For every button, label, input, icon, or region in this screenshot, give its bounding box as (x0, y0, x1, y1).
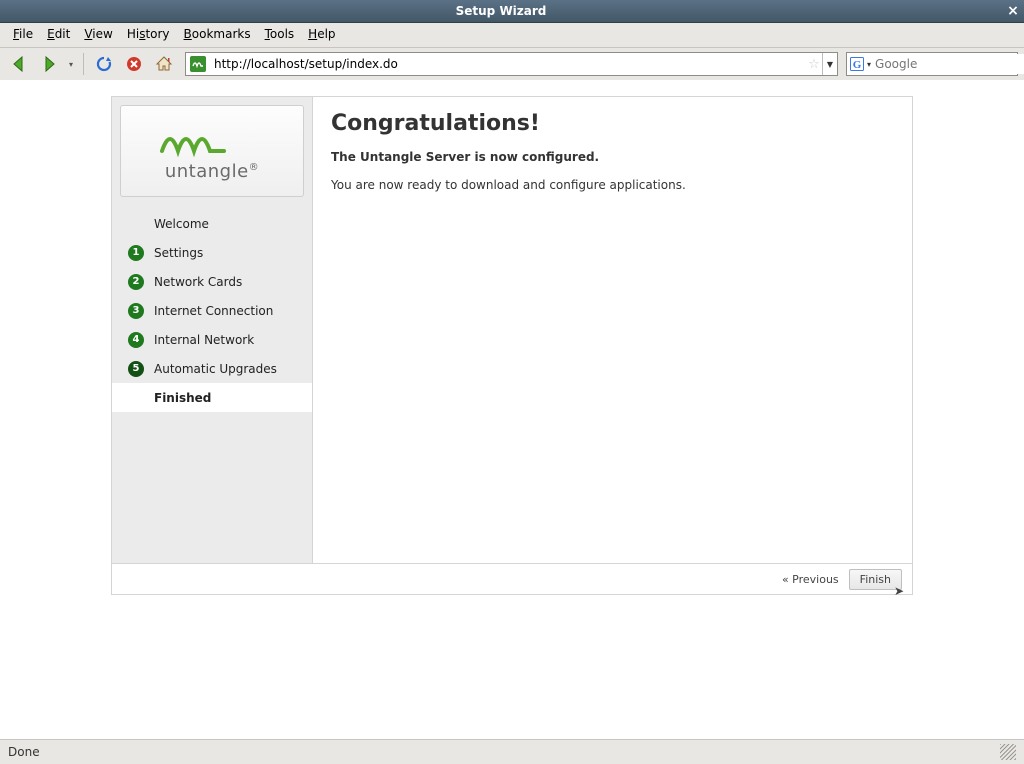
stop-button[interactable] (121, 51, 147, 77)
step-settings[interactable]: 1Settings (112, 238, 312, 267)
step-label: Automatic Upgrades (154, 362, 277, 376)
search-bar: G ▾ (846, 52, 1018, 76)
step-automatic-upgrades[interactable]: 5Automatic Upgrades (112, 354, 312, 383)
status-text: Done (8, 745, 40, 759)
url-input[interactable] (210, 54, 806, 74)
step-internet-connection[interactable]: 3Internet Connection (112, 296, 312, 325)
address-bar: ☆ ▼ (185, 52, 838, 76)
resize-grip-icon[interactable] (1000, 744, 1016, 760)
step-label: Settings (154, 246, 203, 260)
finish-button[interactable]: Finish (849, 569, 902, 590)
forward-button[interactable] (36, 51, 62, 77)
step-label: Network Cards (154, 275, 242, 289)
separator (83, 53, 84, 75)
step-label: Internet Connection (154, 304, 273, 318)
bookmark-star-icon[interactable]: ☆ (806, 57, 822, 72)
step-finished[interactable]: Finished (112, 383, 312, 412)
page-body: You are now ready to download and config… (331, 178, 894, 192)
step-label: Internal Network (154, 333, 254, 347)
page-content: untangle® Welcome 1Settings 2Network Car… (0, 80, 1024, 736)
search-engine-icon[interactable]: G (850, 57, 864, 71)
wizard-panel: untangle® Welcome 1Settings 2Network Car… (111, 96, 913, 595)
window-close-button[interactable]: × (1004, 2, 1022, 20)
menu-bar: File Edit View History Bookmarks Tools H… (0, 23, 1024, 48)
untangle-logo: untangle® (120, 105, 304, 197)
wizard-steps: Welcome 1Settings 2Network Cards 3Intern… (112, 209, 312, 412)
brand-mark: ® (249, 162, 260, 173)
menu-help[interactable]: Help (301, 23, 342, 47)
wizard-sidebar: untangle® Welcome 1Settings 2Network Car… (112, 97, 313, 563)
window-titlebar: Setup Wizard × (0, 0, 1024, 23)
search-input[interactable] (871, 54, 1024, 74)
menu-bookmarks[interactable]: Bookmarks (177, 23, 258, 47)
page-lead: The Untangle Server is now configured. (331, 150, 894, 164)
menu-view[interactable]: View (77, 23, 119, 47)
step-internal-network[interactable]: 4Internal Network (112, 325, 312, 354)
menu-history[interactable]: History (120, 23, 177, 47)
page-heading: Congratulations! (331, 111, 894, 136)
step-label: Welcome (154, 217, 209, 231)
previous-button[interactable]: « Previous (782, 573, 839, 586)
step-welcome[interactable]: Welcome (112, 209, 312, 238)
menu-tools[interactable]: Tools (258, 23, 302, 47)
menu-edit[interactable]: Edit (40, 23, 77, 47)
step-label: Finished (154, 391, 211, 405)
svg-text:G: G (853, 59, 862, 71)
brand-name: untangle (165, 161, 249, 182)
back-button[interactable] (6, 51, 32, 77)
window-title: Setup Wizard (0, 4, 1002, 18)
status-bar: Done (0, 739, 1024, 764)
menu-file[interactable]: File (6, 23, 40, 47)
navigation-toolbar: ▾ ☆ ▼ G ▾ (0, 48, 1024, 81)
wizard-main: Congratulations! The Untangle Server is … (313, 97, 912, 563)
nav-history-dropdown[interactable]: ▾ (66, 60, 76, 69)
home-button[interactable] (151, 51, 177, 77)
url-dropdown[interactable]: ▼ (822, 53, 837, 75)
step-network-cards[interactable]: 2Network Cards (112, 267, 312, 296)
wizard-footer: « Previous Finish ➤ (112, 563, 912, 594)
reload-button[interactable] (91, 51, 117, 77)
site-favicon (190, 56, 206, 72)
